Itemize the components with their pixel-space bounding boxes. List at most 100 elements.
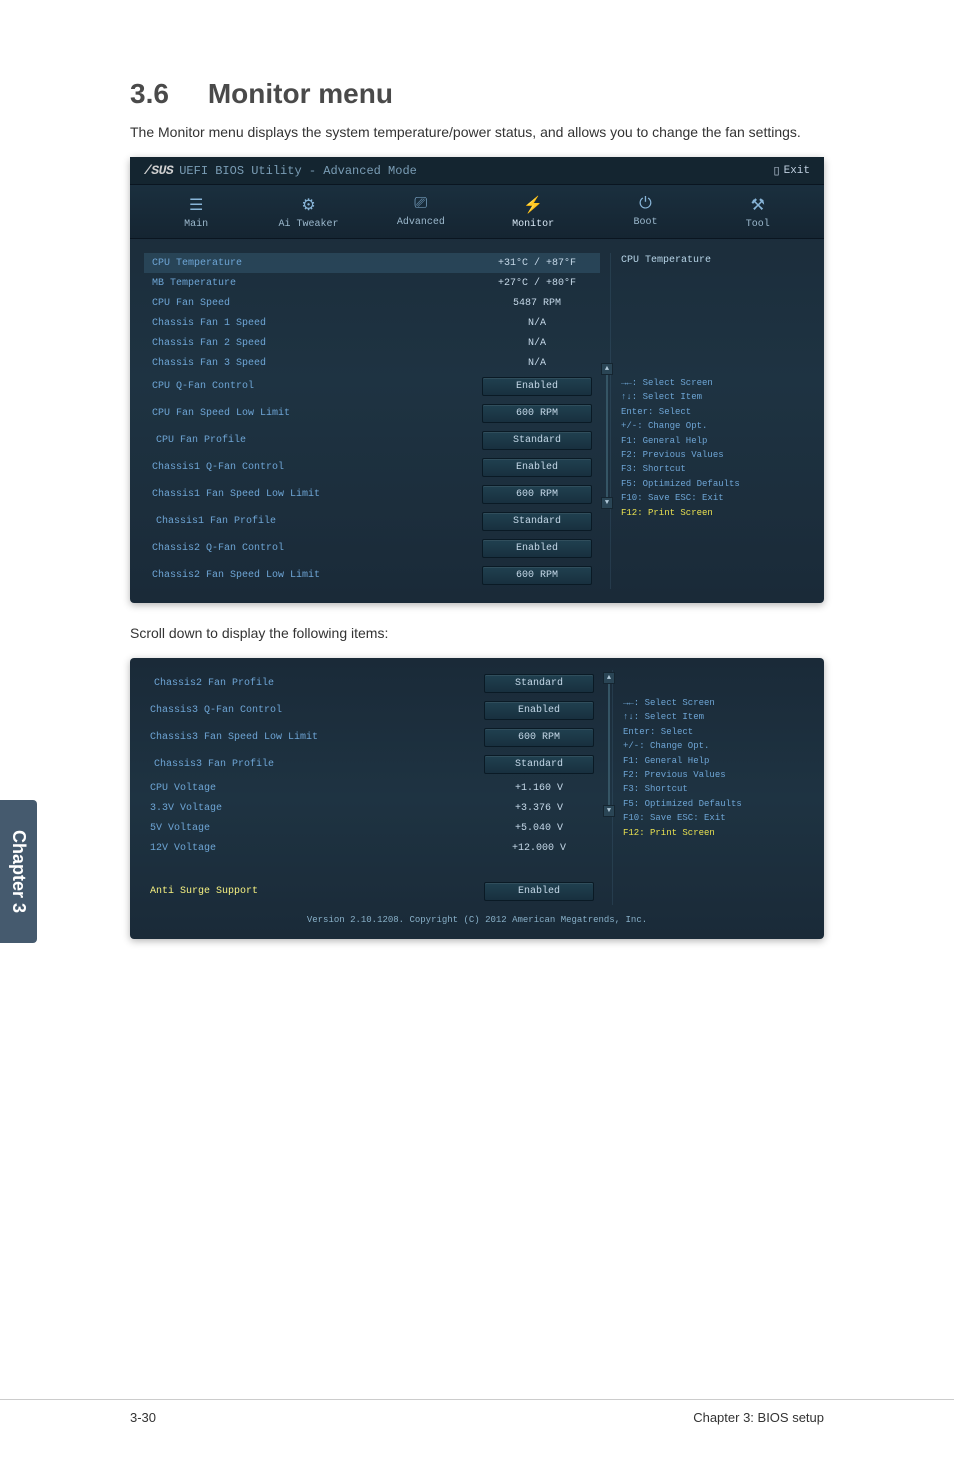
setting-label: Chassis Fan 3 Speed: [152, 358, 482, 369]
tab-main[interactable]: ☰ Main: [140, 185, 252, 238]
bios-title: UEFI BIOS Utility - Advanced Mode: [179, 164, 417, 178]
help-line: F5: Optimized Defaults: [623, 797, 812, 811]
setting-row[interactable]: Chassis1 Fan ProfileStandard: [144, 508, 600, 535]
setting-value-dropdown[interactable]: Enabled: [482, 539, 592, 558]
chapter-label: Chapter 3: BIOS setup: [693, 1410, 824, 1425]
bios-panel-lower: Chassis2 Fan ProfileStandardChassis3 Q-F…: [130, 658, 824, 939]
tab-label: Boot: [633, 217, 657, 228]
setting-label: Chassis Fan 2 Speed: [152, 338, 482, 349]
setting-value: N/A: [482, 358, 592, 369]
setting-row[interactable]: Chassis1 Fan Speed Low Limit600 RPM: [144, 481, 600, 508]
help-title: CPU Temperature: [621, 253, 810, 276]
setting-value-dropdown[interactable]: Standard: [482, 431, 592, 450]
help-line: F5: Optimized Defaults: [621, 477, 810, 491]
help-line: F1: General Help: [623, 754, 812, 768]
setting-value: +27°C / +80°F: [482, 278, 592, 289]
setting-value: +3.376 V: [484, 803, 594, 814]
setting-value-dropdown[interactable]: 600 RPM: [482, 485, 592, 504]
setting-value-dropdown[interactable]: 600 RPM: [484, 728, 594, 747]
setting-label: Chassis2 Fan Speed Low Limit: [152, 570, 482, 581]
setting-row[interactable]: Chassis Fan 3 SpeedN/A: [144, 353, 600, 373]
bios-help-panel: CPU Temperature →←: Select Screen↑↓: Sel…: [610, 253, 810, 589]
tab-monitor[interactable]: ⚡ Monitor: [477, 185, 589, 238]
scroll-up-arrow[interactable]: ▲: [603, 672, 615, 684]
bios-settings-list: CPU Temperature+31°C / +87°FMB Temperatu…: [144, 253, 610, 589]
bios-brand-logo: /SUS: [144, 163, 173, 178]
setting-row[interactable]: Chassis2 Q-Fan ControlEnabled: [144, 535, 600, 562]
setting-value-dropdown[interactable]: Standard: [484, 755, 594, 774]
help-line: ↑↓: Select Item: [623, 710, 812, 724]
setting-row[interactable]: Chassis2 Fan Speed Low Limit600 RPM: [144, 562, 600, 589]
tab-advanced[interactable]: ⎚ Advanced: [365, 185, 477, 238]
setting-label: 12V Voltage: [150, 843, 484, 854]
tab-ai-tweaker[interactable]: ⚙ Ai Tweaker: [252, 185, 364, 238]
scrollbar[interactable]: ▲ ▼: [602, 672, 616, 817]
setting-row[interactable]: 12V Voltage+12.000 V: [142, 838, 602, 858]
setting-row[interactable]: Chassis3 Q-Fan ControlEnabled: [142, 697, 602, 724]
setting-row[interactable]: Chassis2 Fan ProfileStandard: [142, 670, 602, 697]
setting-row[interactable]: [142, 858, 602, 878]
setting-value-dropdown[interactable]: Enabled: [484, 701, 594, 720]
setting-value: +5.040 V: [484, 823, 594, 834]
help-line: F2: Previous Values: [621, 448, 810, 462]
scroll-up-arrow[interactable]: ▲: [601, 363, 613, 375]
setting-row[interactable]: CPU Fan Speed5487 RPM: [144, 293, 600, 313]
setting-row[interactable]: CPU Temperature+31°C / +87°F: [144, 253, 600, 273]
setting-row[interactable]: CPU Voltage+1.160 V: [142, 778, 602, 798]
setting-value: +12.000 V: [484, 843, 594, 854]
setting-value-dropdown[interactable]: 600 RPM: [482, 404, 592, 423]
scroll-down-arrow[interactable]: ▼: [601, 497, 613, 509]
tab-label: Ai Tweaker: [278, 219, 338, 230]
bios-settings-list-lower: Chassis2 Fan ProfileStandardChassis3 Q-F…: [142, 670, 612, 905]
scroll-instruction: Scroll down to display the following ite…: [130, 623, 824, 644]
help-shortcuts: →←: Select Screen↑↓: Select ItemEnter: S…: [623, 696, 812, 840]
tab-tool[interactable]: ⚒ Tool: [702, 185, 814, 238]
setting-row[interactable]: MB Temperature+27°C / +80°F: [144, 273, 600, 293]
setting-row[interactable]: Chassis Fan 1 SpeedN/A: [144, 313, 600, 333]
help-line: F10: Save ESC: Exit: [621, 491, 810, 505]
setting-row[interactable]: Chassis3 Fan ProfileStandard: [142, 751, 602, 778]
setting-value-dropdown[interactable]: 600 RPM: [482, 566, 592, 585]
setting-row[interactable]: CPU Fan Speed Low Limit600 RPM: [144, 400, 600, 427]
help-line: +/-: Change Opt.: [623, 739, 812, 753]
setting-value-dropdown[interactable]: Enabled: [482, 458, 592, 477]
setting-value-dropdown[interactable]: Enabled: [482, 377, 592, 396]
setting-label: Chassis1 Fan Profile: [152, 516, 482, 527]
setting-value-dropdown[interactable]: Standard: [482, 512, 592, 531]
chapter-tab: Chapter 3: [0, 800, 37, 943]
scrollbar[interactable]: ▲ ▼: [600, 363, 614, 509]
help-shortcuts: →←: Select Screen↑↓: Select ItemEnter: S…: [621, 376, 810, 520]
setting-label: CPU Fan Profile: [152, 435, 482, 446]
help-line: F12: Print Screen: [623, 826, 812, 840]
setting-row[interactable]: CPU Q-Fan ControlEnabled: [144, 373, 600, 400]
exit-button[interactable]: ▯ Exit: [774, 164, 810, 178]
tab-boot[interactable]: ⏻ Boot: [589, 185, 701, 238]
scroll-track[interactable]: [606, 375, 608, 497]
setting-row[interactable]: Chassis Fan 2 SpeedN/A: [144, 333, 600, 353]
setting-label: CPU Temperature: [152, 258, 482, 269]
scroll-down-arrow[interactable]: ▼: [603, 805, 615, 817]
setting-value-dropdown[interactable]: Enabled: [484, 882, 594, 901]
setting-label: CPU Fan Speed: [152, 298, 482, 309]
help-line: +/-: Change Opt.: [621, 419, 810, 433]
power-icon: ⏻: [589, 195, 701, 213]
bios-header: /SUS UEFI BIOS Utility - Advanced Mode ▯…: [130, 157, 824, 185]
tab-label: Main: [184, 219, 208, 230]
setting-label: Chassis1 Q-Fan Control: [152, 462, 482, 473]
exit-label: Exit: [784, 165, 810, 177]
setting-row[interactable]: Anti Surge SupportEnabled: [142, 878, 602, 905]
setting-row[interactable]: 5V Voltage+5.040 V: [142, 818, 602, 838]
setting-row[interactable]: Chassis3 Fan Speed Low Limit600 RPM: [142, 724, 602, 751]
section-description: The Monitor menu displays the system tem…: [130, 122, 824, 143]
scroll-track[interactable]: [608, 684, 610, 805]
section-title-text: Monitor menu: [208, 78, 393, 109]
setting-label: 3.3V Voltage: [150, 803, 484, 814]
setting-row[interactable]: CPU Fan ProfileStandard: [144, 427, 600, 454]
bios-tab-bar: ☰ Main ⚙ Ai Tweaker ⎚ Advanced ⚡ Monitor…: [130, 185, 824, 239]
help-line: F3: Shortcut: [623, 782, 812, 796]
setting-value: 5487 RPM: [482, 298, 592, 309]
setting-row[interactable]: Chassis1 Q-Fan ControlEnabled: [144, 454, 600, 481]
setting-label: 5V Voltage: [150, 823, 484, 834]
setting-value-dropdown[interactable]: Standard: [484, 674, 594, 693]
setting-row[interactable]: 3.3V Voltage+3.376 V: [142, 798, 602, 818]
